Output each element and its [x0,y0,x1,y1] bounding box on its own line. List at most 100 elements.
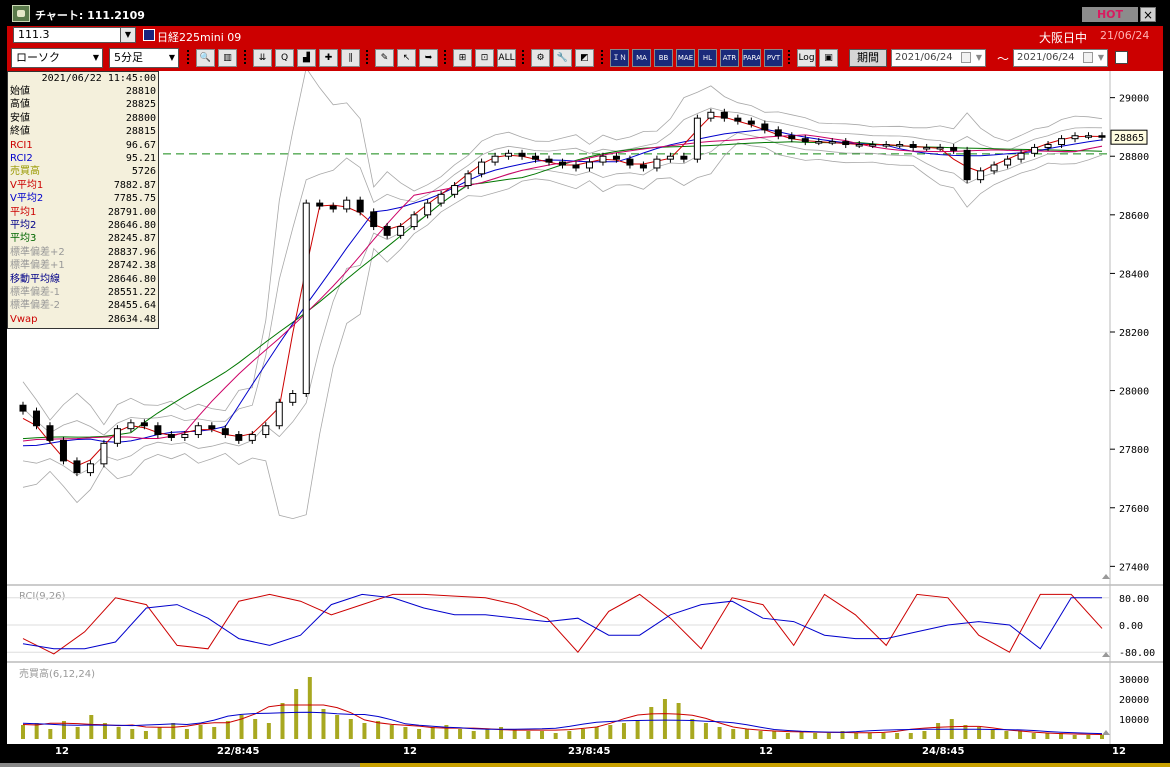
panel-scroll-icon [1102,730,1110,735]
split-button[interactable]: ▥ [218,49,237,67]
period-button[interactable]: 期間 [849,49,887,67]
para-button[interactable]: PARA [742,49,761,67]
data-window-row: 標準偏差+1 28742.38 [10,259,156,272]
chart-canvas[interactable]: 29000 28800 28600 28400 28200 28000 27800 27600… [7,71,1163,744]
zoom-button[interactable]: 🔍 [196,49,215,67]
volume-bar [649,707,654,739]
all-button[interactable]: ALL [497,49,516,67]
interval-select[interactable]: 5分足 ▼ [109,48,179,68]
candle-body [626,158,634,166]
symbol-dropdown-button[interactable]: ▼ [120,27,136,43]
candle-body [505,152,513,157]
scroll-down-button[interactable]: ⇊ [253,49,272,67]
export-icon: ▣ [824,53,833,63]
pencil-icon: ✎ [380,53,389,63]
data-window-row: 始値 28810 [10,85,156,98]
data-window-row: 標準偏差-1 28551.22 [10,286,156,299]
volume-bar [362,723,367,739]
ma-button[interactable]: MA [632,49,651,67]
hl-button[interactable]: HL [698,49,717,67]
candle-body [46,425,54,441]
ma-icon: MA [636,54,647,62]
candle-body [532,155,540,160]
date-to-field[interactable]: 2021/06/24 ▼ [1013,49,1108,67]
search-button[interactable]: Q [275,49,294,67]
bar-chart-button[interactable]: ▟ [297,49,316,67]
log-icon: Log [798,53,815,63]
volume-bar [294,689,299,739]
candle-body [653,158,661,169]
volume-bar [703,723,708,739]
split-icon: ▥ [223,53,232,63]
chevron-down-icon[interactable]: ▼ [976,50,982,66]
search-icon: Q [280,53,289,63]
candle-body [747,120,755,125]
settings-button[interactable]: ⚙ [531,49,550,67]
volume-bar [731,729,736,739]
volume-bar [403,727,408,739]
data-window-label: V平均2 [10,193,44,205]
scrollbar-track[interactable] [0,763,360,767]
candle-body [1031,146,1039,154]
pvt-button[interactable]: PVT [764,49,783,67]
volume-bar [157,727,162,739]
panel-scroll-icon [1102,574,1110,579]
log-button[interactable]: Log [797,49,816,67]
chart-type-select[interactable]: ローソク ▼ [11,48,103,68]
export-button[interactable]: ▣ [819,49,838,67]
app-icon [12,5,30,22]
scrollbar-thumb[interactable] [360,763,1170,767]
candle-body [289,393,297,403]
data-window-value: 28825 [125,99,156,111]
volume-bar [676,703,681,739]
volume-ma-line [22,704,1103,735]
data-window-row: 安値 28800 [10,112,156,125]
candle-body [693,117,701,160]
candle-body [235,434,243,441]
cross-button[interactable]: ✚ [319,49,338,67]
toolbar-separator [444,50,446,66]
candle2-button[interactable]: ⊡ [475,49,494,67]
bb-button[interactable]: BB [654,49,673,67]
data-window-label: 始値 [10,86,30,97]
palette-button[interactable]: ◩ [575,49,594,67]
candle-body [397,226,405,236]
candle-body [599,155,607,163]
chart-area[interactable]: 29000 28800 28600 28400 28200 28000 27800 27600… [7,71,1163,744]
indicator-button[interactable]: ＩＮＤ [610,49,629,67]
candle-button[interactable]: ⊞ [453,49,472,67]
volume-bar [171,723,176,739]
market-status: 大阪日中 [1039,31,1088,45]
volume-bar [580,729,585,739]
data-window-label: 標準偏差+1 [10,260,65,272]
data-window-label: 標準偏差+2 [10,246,65,258]
chevron-down-icon[interactable]: ▼ [1098,50,1104,66]
pencil-button[interactable]: ✎ [375,49,394,67]
mae-button[interactable]: MAE [676,49,695,67]
atr-button[interactable]: ATR [720,49,739,67]
close-button[interactable]: × [1140,7,1156,22]
calendar-icon[interactable] [1083,52,1093,63]
date-from-field[interactable]: 2021/06/24 ▼ [891,49,986,67]
wrench-button[interactable]: 🔧 [553,49,572,67]
cursor-button[interactable]: ↖ [397,49,416,67]
vwap-line [22,134,1103,442]
arrow-button[interactable]: ➥ [419,49,438,67]
range-checkbox[interactable] [1115,51,1128,64]
pvt-icon: PVT [766,54,781,62]
volume-bar [963,725,968,739]
candle-body [734,117,742,122]
data-window-label: RCI1 [10,139,33,151]
price-tick-label: 28400 [1119,269,1149,280]
volume-bar [922,731,927,739]
candle-body [707,111,715,119]
data-window: 2021/06/22 11:45:00 始値 28810 高値 28825 安値 2880… [7,71,159,329]
symbol-input[interactable]: 111.3 [13,27,126,43]
volume-bar [335,715,340,739]
pause-button[interactable]: ∥ [341,49,360,67]
hot-button[interactable]: HOT [1082,7,1138,22]
volume-bar [608,725,613,739]
calendar-icon[interactable] [961,52,971,63]
data-window-label: 終値 [10,126,30,138]
candle-body [559,161,566,166]
